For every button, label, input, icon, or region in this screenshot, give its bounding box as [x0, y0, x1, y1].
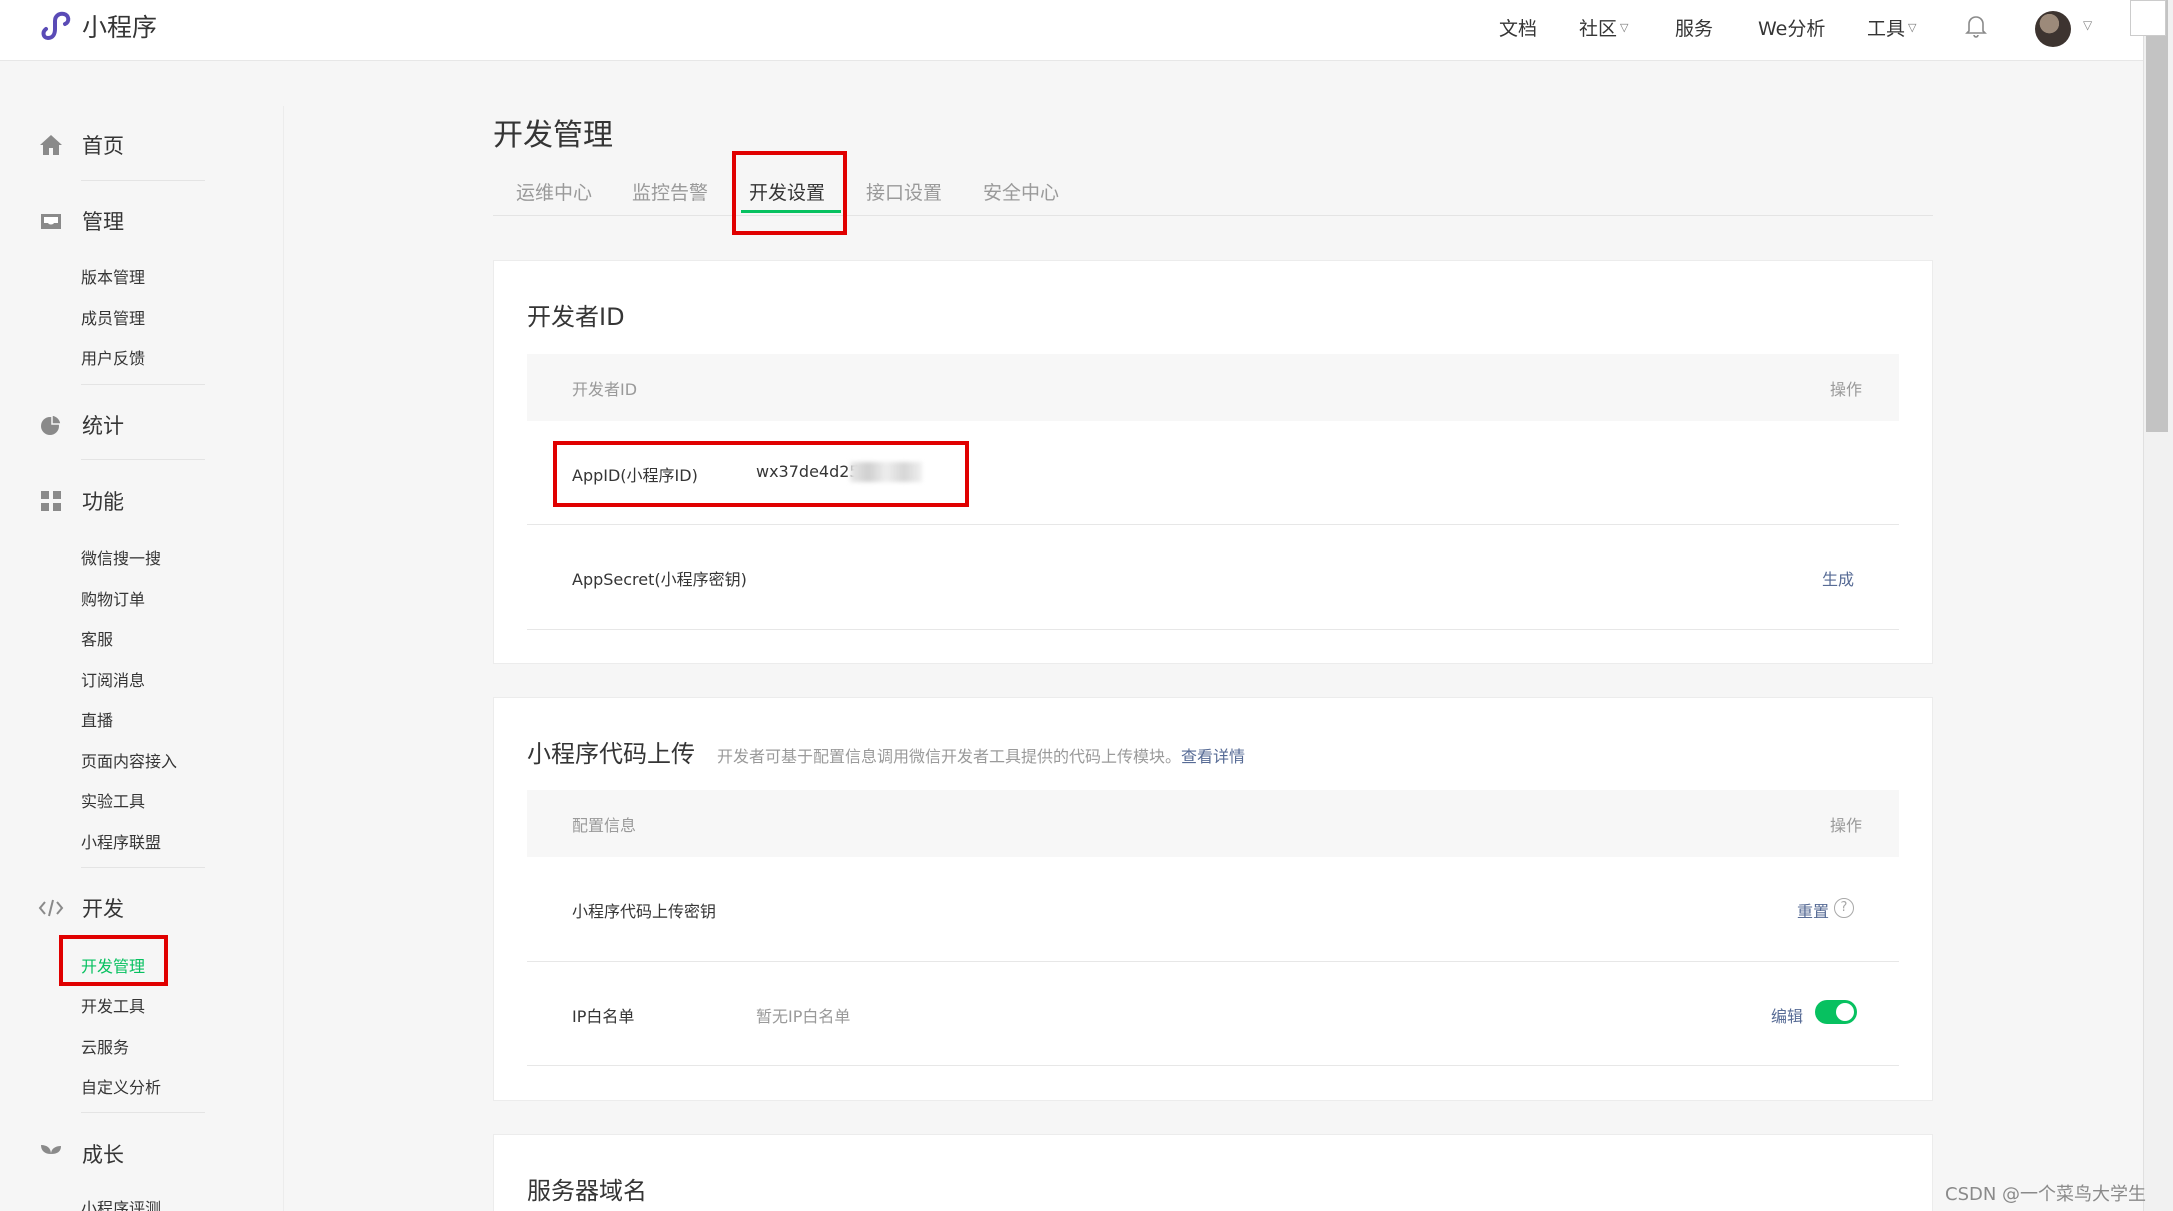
row-divider — [527, 1065, 1899, 1066]
sidebar-item-evaluation[interactable]: 小程序评测 — [81, 1195, 161, 1211]
tab-ops-center[interactable]: 运维中心 — [516, 178, 592, 205]
chevron-down-icon[interactable]: ▽ — [2083, 18, 2092, 32]
sidebar-item-custom-analysis[interactable]: 自定义分析 — [81, 1074, 161, 1098]
sidebar-divider — [81, 867, 205, 868]
column-header: 操作 — [1830, 380, 1863, 399]
card-title: 开发者ID — [527, 303, 625, 331]
nav-we-analysis[interactable]: We分析 — [1758, 14, 1825, 41]
card-code-upload: 小程序代码上传 开发者可基于配置信息调用微信开发者工具提供的代码上传模块。查看详… — [493, 697, 1933, 1101]
table-header: 配置信息 操作 — [527, 790, 1899, 857]
column-header: 配置信息 — [572, 816, 637, 835]
card-title: 服务器域名 — [527, 1177, 647, 1205]
sidebar-group-features-label: 功能 — [82, 490, 124, 514]
miniprogram-logo-icon — [41, 11, 71, 40]
sidebar-item-wechat-search[interactable]: 微信搜一搜 — [81, 545, 161, 569]
sidebar-item-version[interactable]: 版本管理 — [81, 264, 145, 288]
upload-key-label: 小程序代码上传密钥 — [572, 902, 717, 921]
sidebar-item-page-content[interactable]: 页面内容接入 — [81, 748, 177, 772]
row-divider — [527, 629, 1899, 630]
sidebar-group-stats-label: 统计 — [82, 414, 124, 438]
tab-bar: 运维中心 监控告警 开发设置 接口设置 安全中心 — [493, 178, 1933, 216]
tab-monitoring[interactable]: 监控告警 — [632, 178, 708, 205]
sidebar-group-manage[interactable]: 管理 — [38, 206, 124, 236]
code-icon — [38, 895, 64, 921]
nav-docs[interactable]: 文档 — [1499, 14, 1537, 41]
sidebar-item-alliance[interactable]: 小程序联盟 — [81, 829, 161, 853]
pie-chart-icon — [38, 412, 64, 438]
avatar[interactable] — [2035, 11, 2071, 47]
row-divider — [527, 961, 1899, 962]
sidebar-item-orders[interactable]: 购物订单 — [81, 586, 145, 610]
inbox-icon — [38, 208, 64, 234]
table-header: 开发者ID 操作 — [527, 354, 1899, 421]
chevron-down-icon: ▽ — [1620, 21, 1629, 34]
view-details-link[interactable]: 查看详情 — [1181, 747, 1245, 766]
sidebar-divider — [81, 1112, 205, 1113]
logo[interactable]: 小程序 — [38, 8, 157, 44]
highlight-box — [553, 441, 969, 507]
card-server-domain: 服务器域名 — [493, 1134, 1933, 1211]
nav-tools-label: 工具 — [1867, 18, 1906, 40]
sidebar-group-growth[interactable]: 成长 — [38, 1139, 124, 1169]
nav-community[interactable]: 社区 ▽ — [1579, 14, 1628, 41]
description-text: 开发者可基于配置信息调用微信开发者工具提供的代码上传模块。 — [717, 747, 1182, 766]
page-title: 开发管理 — [493, 118, 613, 153]
nav-service[interactable]: 服务 — [1675, 14, 1713, 41]
appsecret-label: AppSecret(小程序密钥) — [572, 570, 747, 589]
sidebar-item-dev-tools[interactable]: 开发工具 — [81, 993, 145, 1017]
sidebar-item-cloud[interactable]: 云服务 — [81, 1034, 129, 1058]
sidebar-item-members[interactable]: 成员管理 — [81, 305, 145, 329]
home-icon — [38, 132, 64, 158]
grid-icon — [38, 488, 64, 514]
sidebar-item-experiments[interactable]: 实验工具 — [81, 788, 145, 812]
sidebar-group-growth-label: 成长 — [82, 1143, 124, 1167]
sidebar-group-manage-label: 管理 — [82, 210, 124, 234]
ip-whitelist-toggle[interactable] — [1815, 1000, 1857, 1024]
column-header: 操作 — [1830, 816, 1863, 835]
chevron-down-icon: ▽ — [1908, 21, 1917, 34]
top-bar: 小程序 文档 社区 ▽ 服务 We分析 工具 ▽ ▽ — [0, 0, 2143, 61]
sidebar-group-dev[interactable]: 开发 — [38, 893, 124, 923]
sidebar-item-home[interactable]: 首页 — [38, 130, 124, 160]
sprout-icon — [38, 1141, 64, 1167]
sidebar-group-dev-label: 开发 — [82, 897, 124, 921]
sidebar-item-subscriptions[interactable]: 订阅消息 — [81, 667, 145, 691]
nav-service-label: 服务 — [1675, 18, 1714, 40]
bell-icon[interactable] — [1965, 14, 1987, 38]
sidebar-divider — [81, 459, 205, 460]
ip-whitelist-value: 暂无IP白名单 — [756, 1007, 851, 1026]
highlight-box — [732, 151, 847, 235]
row-divider — [527, 524, 1899, 525]
nav-tools[interactable]: 工具 ▽ — [1867, 14, 1916, 41]
watermark: CSDN @一个菜鸟大学生 — [1945, 1184, 2147, 1205]
reset-key-button[interactable]: 重置 — [1797, 898, 1829, 922]
help-icon[interactable]: ? — [1834, 898, 1854, 918]
column-header: 开发者ID — [572, 380, 638, 399]
sidebar-item-feedback[interactable]: 用户反馈 — [81, 345, 145, 369]
generate-secret-button[interactable]: 生成 — [1822, 566, 1854, 590]
page-thumbnail — [2130, 0, 2166, 36]
sidebar-divider — [81, 180, 205, 181]
ip-whitelist-label: IP白名单 — [572, 1007, 635, 1026]
sidebar-item-live[interactable]: 直播 — [81, 707, 113, 731]
tab-security-center[interactable]: 安全中心 — [983, 178, 1059, 205]
card-title-row: 小程序代码上传 开发者可基于配置信息调用微信开发者工具提供的代码上传模块。查看详… — [527, 734, 1245, 769]
sidebar-group-features[interactable]: 功能 — [38, 486, 124, 516]
card-developer-id: 开发者ID 开发者ID 操作 AppID(小程序ID) wx37de4d25 A… — [493, 260, 1933, 664]
sidebar-item-customer-service[interactable]: 客服 — [81, 626, 113, 650]
nav-docs-label: 文档 — [1499, 18, 1538, 40]
card-description: 开发者可基于配置信息调用微信开发者工具提供的代码上传模块。查看详情 — [717, 743, 1245, 767]
nav-community-label: 社区 — [1579, 18, 1618, 40]
app-title: 小程序 — [82, 13, 158, 42]
sidebar-divider — [81, 384, 205, 385]
nav-we-analysis-label: We分析 — [1758, 18, 1826, 40]
scrollbar-thumb[interactable] — [2146, 0, 2168, 432]
tab-api-settings[interactable]: 接口设置 — [866, 178, 942, 205]
sidebar-item-home-label: 首页 — [82, 134, 124, 158]
edit-ip-button[interactable]: 编辑 — [1771, 1003, 1803, 1027]
sidebar-group-stats[interactable]: 统计 — [38, 410, 124, 440]
highlight-box — [59, 935, 168, 986]
card-title: 小程序代码上传 — [527, 740, 695, 768]
